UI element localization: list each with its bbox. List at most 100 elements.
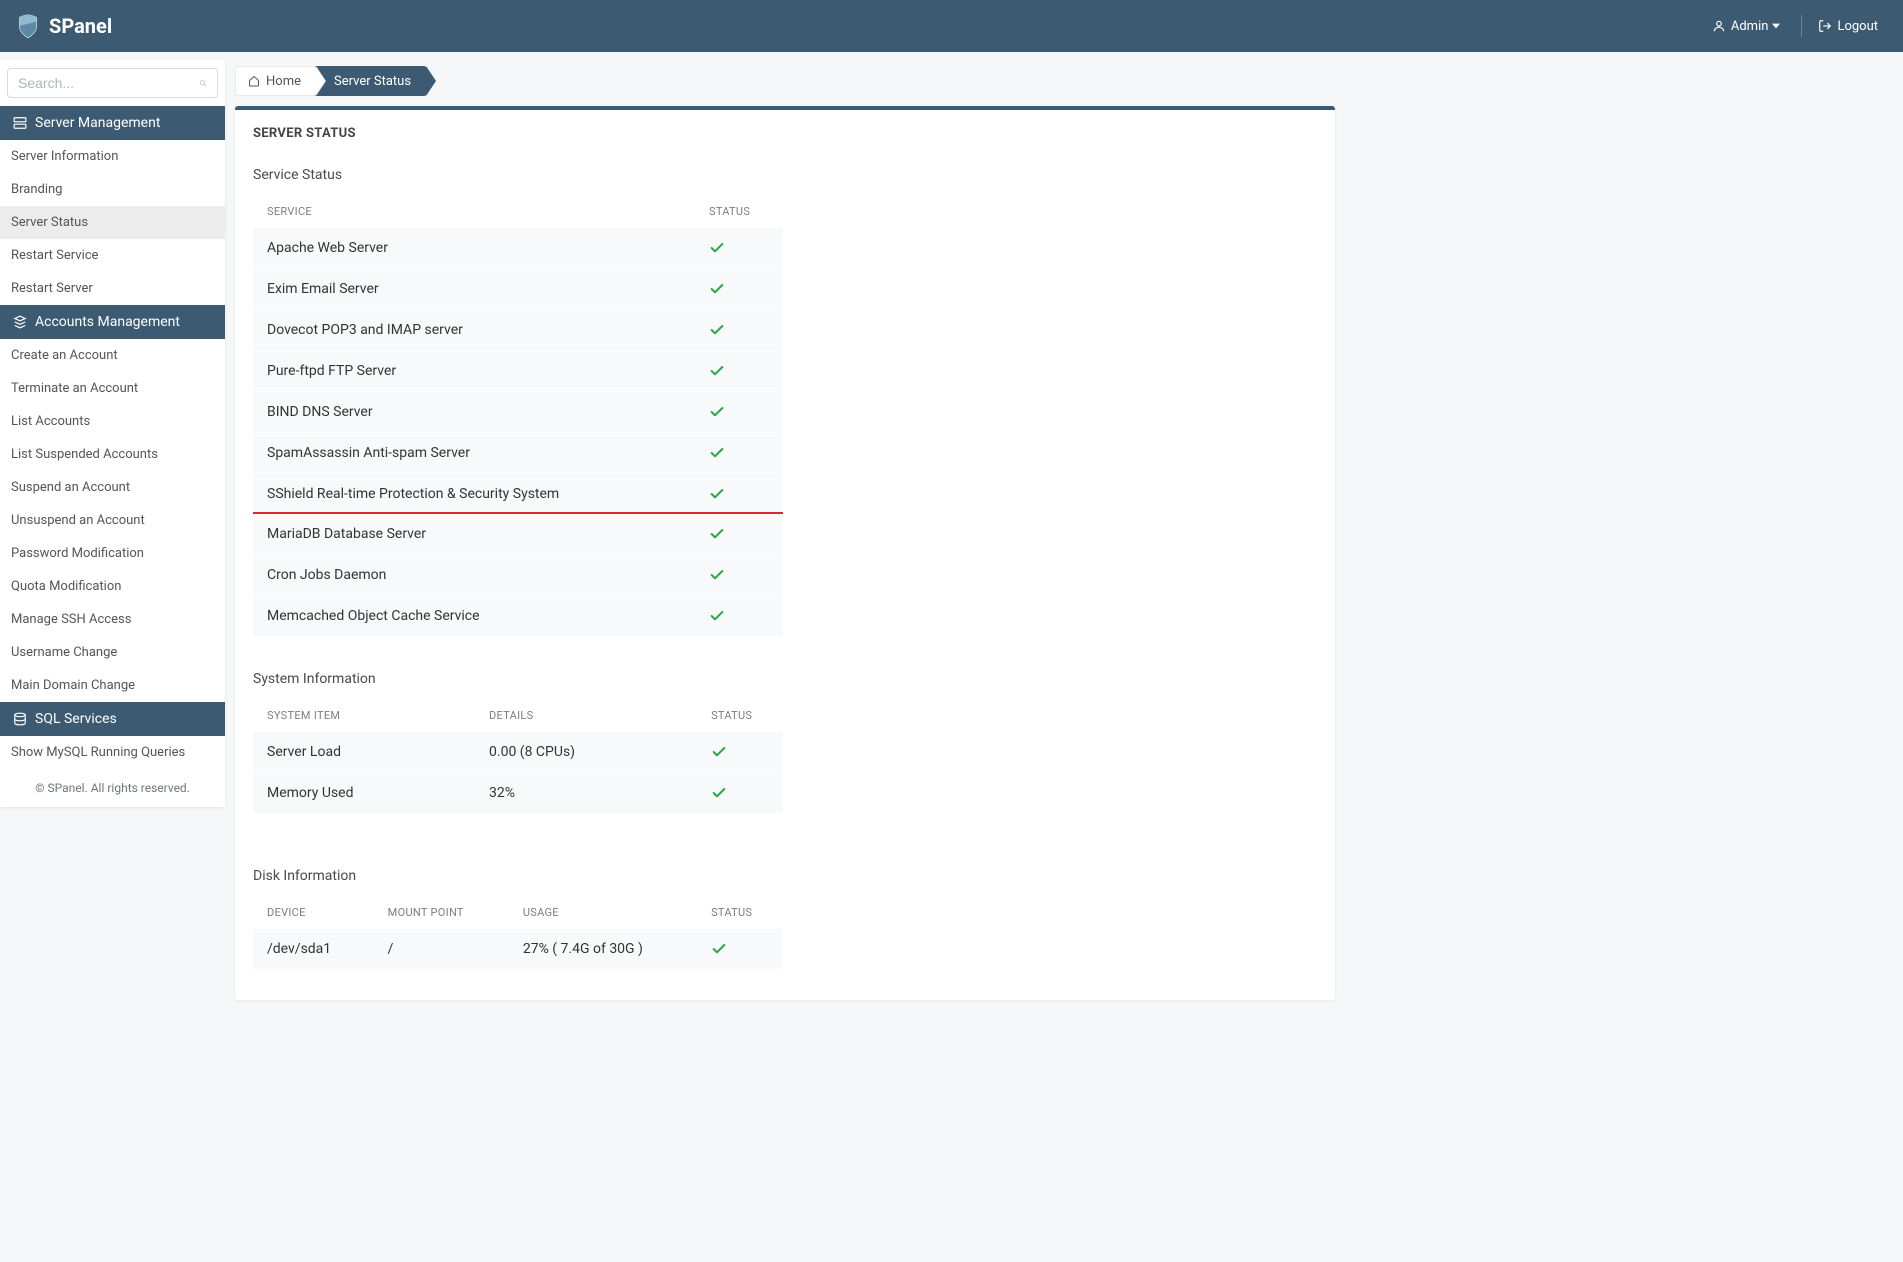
- admin-label: Admin: [1731, 19, 1769, 34]
- nav-item[interactable]: List Accounts: [0, 405, 225, 438]
- disk-device: /dev/sda1: [267, 941, 388, 957]
- nav-item[interactable]: Restart Server: [0, 272, 225, 305]
- table-row: SpamAssassin Anti-spam Server: [253, 433, 783, 474]
- nav-item[interactable]: Server Status: [0, 206, 225, 239]
- topbar: SPanel Admin Logout: [0, 0, 1903, 52]
- disk-info-label: Disk Information: [235, 852, 1335, 896]
- system-details: 32%: [489, 785, 711, 801]
- status-icon: [709, 240, 769, 256]
- col-status: STATUS: [709, 205, 769, 218]
- sidebar: Server Management Server InformationBran…: [0, 60, 225, 807]
- service-name: Exim Email Server: [267, 281, 709, 297]
- status-icon: [709, 322, 769, 338]
- logout-label: Logout: [1837, 19, 1878, 34]
- service-name: Cron Jobs Daemon: [267, 567, 709, 583]
- section-sql-services[interactable]: SQL Services: [0, 702, 225, 736]
- system-details: 0.00 (8 CPUs): [489, 744, 711, 760]
- status-icon: [709, 567, 769, 583]
- section-accounts-management[interactable]: Accounts Management: [0, 305, 225, 339]
- status-icon: [709, 526, 769, 542]
- status-icon: [709, 281, 769, 297]
- service-status-table: SERVICE STATUS Apache Web Server Exim Ema…: [253, 195, 783, 637]
- main: Home Server Status SERVER STATUS Service…: [225, 52, 1345, 1020]
- search-icon: [199, 76, 207, 90]
- table-row: Server Load0.00 (8 CPUs): [253, 732, 783, 773]
- system-info-label: System Information: [235, 655, 1335, 699]
- sidebar-footer: © SPanel. All rights reserved.: [0, 769, 225, 807]
- nav-item[interactable]: List Suspended Accounts: [0, 438, 225, 471]
- system-item: Server Load: [267, 744, 489, 760]
- table-row: Dovecot POP3 and IMAP server: [253, 310, 783, 351]
- page-title: SERVER STATUS: [235, 110, 1335, 151]
- service-name: Apache Web Server: [267, 240, 709, 256]
- col-usage: USAGE: [523, 906, 711, 919]
- service-name: BIND DNS Server: [267, 404, 709, 420]
- system-item: Memory Used: [267, 785, 489, 801]
- table-row: Cron Jobs Daemon: [253, 555, 783, 596]
- col-service: SERVICE: [267, 205, 709, 218]
- server-icon: [13, 116, 27, 130]
- service-name: MariaDB Database Server: [267, 526, 709, 542]
- system-info-table: SYSTEM ITEM DETAILS STATUS Server Load0.…: [253, 699, 783, 814]
- breadcrumbs: Home Server Status: [235, 66, 1335, 96]
- section-label: SQL Services: [35, 711, 117, 727]
- table-row: Memcached Object Cache Service: [253, 596, 783, 637]
- user-icon: [1712, 19, 1726, 33]
- nav-item[interactable]: Restart Service: [0, 239, 225, 272]
- table-row: BIND DNS Server: [253, 392, 783, 433]
- nav-item[interactable]: Quota Modification: [0, 570, 225, 603]
- logout-icon: [1818, 19, 1832, 33]
- breadcrumb-current-label: Server Status: [334, 74, 411, 89]
- col-system-item: SYSTEM ITEM: [267, 709, 489, 722]
- col-device: DEVICE: [267, 906, 388, 919]
- section-server-management[interactable]: Server Management: [0, 106, 225, 140]
- status-icon: [711, 941, 769, 957]
- chevron-down-icon: [1772, 22, 1780, 30]
- separator: [1801, 15, 1802, 37]
- nav-item[interactable]: Password Modification: [0, 537, 225, 570]
- logout-link[interactable]: Logout: [1808, 13, 1888, 40]
- breadcrumb-home[interactable]: Home: [235, 66, 315, 96]
- home-icon: [248, 75, 260, 87]
- service-name: Dovecot POP3 and IMAP server: [267, 322, 709, 338]
- admin-menu[interactable]: Admin: [1702, 13, 1796, 40]
- table-row: Memory Used32%: [253, 773, 783, 814]
- nav-item[interactable]: Show MySQL Running Queries: [0, 736, 225, 769]
- disk-mount: /: [388, 941, 523, 957]
- content-card: SERVER STATUS Service Status SERVICE STA…: [235, 106, 1335, 1000]
- nav-item[interactable]: Manage SSH Access: [0, 603, 225, 636]
- status-icon: [709, 404, 769, 420]
- service-name: Memcached Object Cache Service: [267, 608, 709, 624]
- service-name: Pure-ftpd FTP Server: [267, 363, 709, 379]
- status-icon: [709, 608, 769, 624]
- table-row: /dev/sda1/27% ( 7.4G of 30G ): [253, 929, 783, 970]
- nav-item[interactable]: Main Domain Change: [0, 669, 225, 702]
- search-box[interactable]: [7, 68, 218, 98]
- database-icon: [13, 712, 27, 726]
- status-icon: [711, 744, 769, 760]
- service-name: SShield Real-time Protection & Security …: [267, 486, 709, 502]
- service-name: SpamAssassin Anti-spam Server: [267, 445, 709, 461]
- logo[interactable]: SPanel: [15, 13, 112, 39]
- col-mount: MOUNT POINT: [388, 906, 523, 919]
- disk-usage: 27% ( 7.4G of 30G ): [523, 941, 711, 957]
- nav-item[interactable]: Username Change: [0, 636, 225, 669]
- status-icon: [711, 785, 769, 801]
- section-label: Accounts Management: [35, 314, 180, 330]
- nav-item[interactable]: Branding: [0, 173, 225, 206]
- nav-item[interactable]: Terminate an Account: [0, 372, 225, 405]
- nav-item[interactable]: Create an Account: [0, 339, 225, 372]
- table-row: MariaDB Database Server: [253, 514, 783, 555]
- accounts-icon: [13, 315, 27, 329]
- breadcrumb-current: Server Status: [315, 66, 425, 96]
- status-icon: [709, 445, 769, 461]
- table-row: Pure-ftpd FTP Server: [253, 351, 783, 392]
- search-input[interactable]: [18, 75, 199, 91]
- nav-item[interactable]: Server Information: [0, 140, 225, 173]
- nav-item[interactable]: Suspend an Account: [0, 471, 225, 504]
- logo-text: SPanel: [49, 14, 112, 38]
- status-icon: [709, 363, 769, 379]
- nav-item[interactable]: Unsuspend an Account: [0, 504, 225, 537]
- col-status: STATUS: [711, 906, 769, 919]
- table-row: Exim Email Server: [253, 269, 783, 310]
